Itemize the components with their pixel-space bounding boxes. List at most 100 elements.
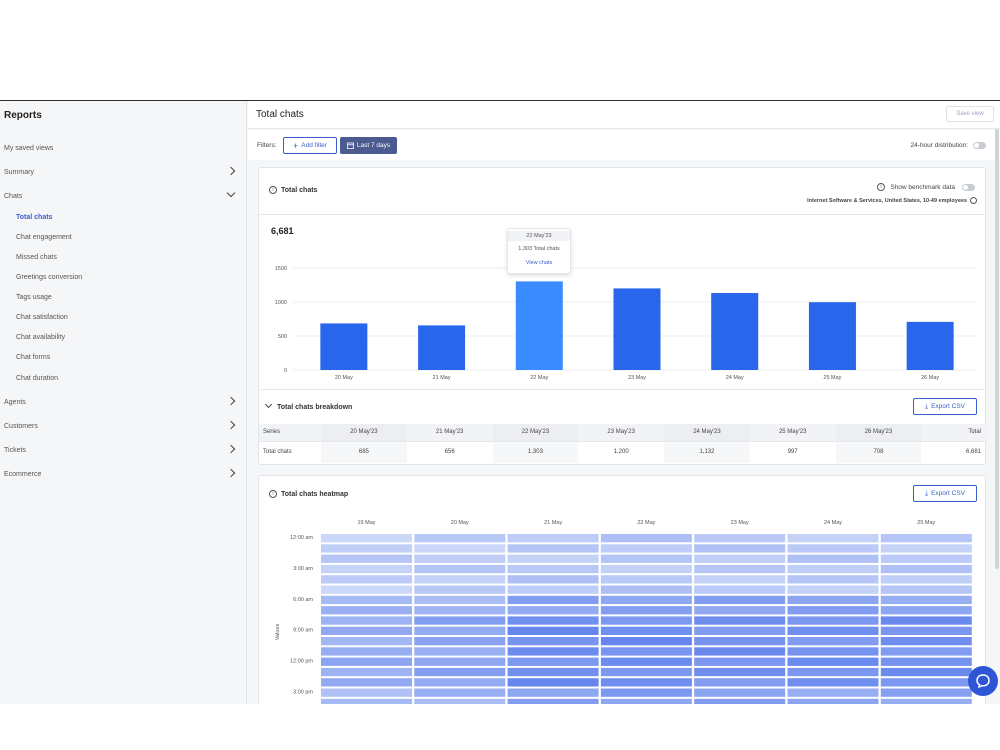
- heatmap-cell: [880, 647, 972, 656]
- sidebar-item-my-saved-views[interactable]: My saved views: [0, 141, 246, 157]
- chevron-right-icon: [226, 166, 236, 176]
- heatmap-cell: [414, 606, 506, 615]
- heatmap-row-label: 12:00 pm: [290, 659, 313, 665]
- heatmap-cell: [787, 678, 879, 687]
- heatmap-cell: [694, 534, 786, 543]
- heatmap-cell: [321, 678, 412, 687]
- chart-card-title: Total chats: [281, 187, 318, 194]
- heatmap-cell: [787, 595, 879, 605]
- heatmap-cell: [414, 534, 506, 543]
- bar-21-may: [418, 325, 466, 370]
- chevron-right-icon: [226, 420, 236, 430]
- save-view-button[interactable]: Save view: [946, 106, 994, 122]
- heatmap-cell: [600, 688, 692, 697]
- heatmap-cell: [694, 585, 786, 594]
- heatmap-cell: [787, 626, 879, 635]
- sidebar-item-chat-forms[interactable]: Chat forms: [0, 350, 246, 366]
- heatmap-cell: [507, 647, 599, 656]
- sidebar-item-chat-satisfaction[interactable]: Chat satisfaction: [0, 310, 246, 326]
- x-tick-label: 24 May: [726, 375, 744, 381]
- heatmap-cell: [880, 544, 972, 553]
- heatmap-row-label: 6:00 am: [293, 597, 313, 603]
- heatmap-cell: [694, 616, 786, 625]
- sidebar-item-label: Tags usage: [16, 294, 52, 301]
- sidebar-item-chat-engagement[interactable]: Chat engagement: [0, 230, 246, 246]
- benchmark-label: Show benchmark data: [890, 184, 955, 191]
- heatmap-cell: [787, 554, 879, 563]
- sidebar-item-label: Missed chats: [16, 254, 57, 261]
- column-header: 26 May'23: [835, 424, 922, 441]
- bar-22-may: [515, 281, 563, 370]
- heatmap-row-label: 3:00 am: [293, 566, 313, 572]
- heatmap-cell: [414, 657, 506, 666]
- add-filter-button[interactable]: + Add filter: [283, 137, 337, 154]
- breakdown-card: Total chats breakdown ⤓ Export CSV Serie…: [258, 389, 987, 465]
- table-header-row: Series 20 May'23 21 May'23 22 May'23 23 May'…: [259, 424, 987, 441]
- benchmark-info-icon: i: [877, 183, 885, 191]
- heatmap-cell: [414, 698, 506, 704]
- export-csv-button[interactable]: ⤓ Export CSV: [913, 398, 977, 415]
- heatmap-cell: [507, 657, 599, 666]
- sidebar-item-label: Total chats: [16, 214, 53, 221]
- sidebar-item-summary[interactable]: Summary: [0, 165, 246, 181]
- sidebar-item-ecommerce[interactable]: Ecommerce: [0, 467, 246, 483]
- heatmap-cell: [787, 667, 879, 677]
- chevron-right-icon: [226, 468, 236, 478]
- heatmap-cell: [600, 595, 692, 605]
- distribution-toggle[interactable]: [973, 142, 986, 149]
- heatmap-cell: [321, 585, 412, 594]
- heatmap-cell: [321, 698, 412, 704]
- sidebar: Reports My saved views Summary Chats Total …: [0, 101, 247, 704]
- collapse-chevron-icon[interactable]: [264, 400, 273, 409]
- download-icon: ⤓: [924, 489, 929, 497]
- filter-bar: Filters: + Add filter Last 7 days 24-hou…: [248, 130, 1000, 160]
- heatmap-y-axis-label: Values: [275, 624, 281, 641]
- date-range-button[interactable]: Last 7 days: [340, 137, 397, 154]
- heatmap-cell: [880, 534, 972, 543]
- chat-widget-button[interactable]: [968, 666, 998, 696]
- heatmap-cell: [507, 544, 599, 553]
- heatmap-cell: [414, 667, 506, 677]
- heatmap-export-csv-button[interactable]: ⤓ Export CSV: [913, 485, 977, 502]
- column-header: 21 May'23: [406, 424, 493, 441]
- heatmap-cell: [600, 544, 692, 553]
- heatmap-cell: [694, 647, 786, 656]
- sidebar-item-label: Ecommerce: [4, 471, 42, 478]
- x-tick-label: 23 May: [628, 375, 646, 381]
- scrollbar[interactable]: [995, 129, 999, 569]
- chevron-right-icon: [226, 444, 236, 454]
- heatmap-cell: [321, 616, 412, 625]
- heatmap-cell: [414, 575, 506, 584]
- view-chats-link[interactable]: View chats: [508, 260, 570, 266]
- bar-chart: 0 500 1000 1500 20 May 21 May 22 May 23 May 24 M…: [275, 266, 977, 381]
- heatmap-cell: [694, 657, 786, 666]
- heatmap-cell: [694, 554, 786, 563]
- heatmap-cell: [507, 667, 599, 677]
- heatmap-cell: [507, 595, 599, 605]
- heatmap-cell: [787, 698, 879, 704]
- date-range-label: Last 7 days: [356, 142, 391, 149]
- heatmap-cell: [880, 678, 972, 687]
- heatmap-cell: [414, 678, 506, 687]
- heatmap-cell: [507, 626, 599, 635]
- benchmark-toggle[interactable]: [962, 184, 975, 191]
- sidebar-item-tickets[interactable]: Tickets: [0, 443, 246, 459]
- heatmap-cell: [321, 554, 412, 563]
- heatmap-cell: [600, 626, 692, 635]
- sidebar-item-tags-usage[interactable]: Tags usage: [0, 290, 246, 306]
- sidebar-item-missed-chats[interactable]: Missed chats: [0, 250, 246, 266]
- heatmap-cell: [880, 564, 972, 574]
- total-chats-value: 6,681: [271, 226, 294, 236]
- sidebar-item-chat-availability[interactable]: Chat availability: [0, 330, 246, 346]
- breakdown-table: Series 20 May'23 21 May'23 22 May'23 23 May'…: [259, 424, 987, 463]
- sidebar-item-greetings-conversion[interactable]: Greetings conversion: [0, 270, 246, 286]
- sidebar-item-total-chats[interactable]: Total chats: [0, 210, 246, 226]
- sidebar-item-chats[interactable]: Chats: [0, 188, 246, 205]
- sidebar-item-agents[interactable]: Agents: [0, 395, 246, 411]
- heatmap-cell: [600, 637, 692, 646]
- heatmap-cell: [694, 626, 786, 635]
- heatmap-cell: [414, 626, 506, 635]
- sidebar-item-customers[interactable]: Customers: [0, 419, 246, 435]
- sidebar-item-chat-duration[interactable]: Chat duration: [0, 371, 246, 387]
- heatmap-cell: [880, 626, 972, 635]
